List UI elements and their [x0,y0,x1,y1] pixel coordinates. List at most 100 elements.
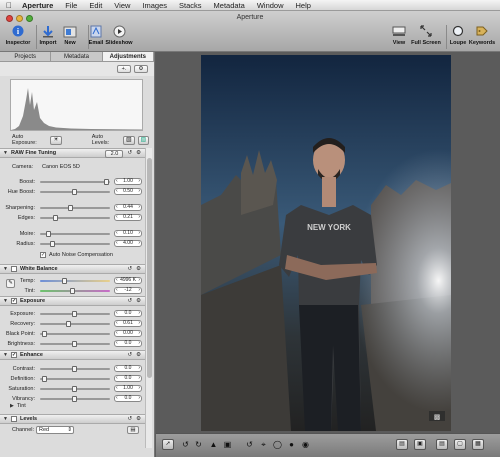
menu-images[interactable]: Images [142,1,167,10]
recovery-field[interactable]: ‹ 0.61 › [114,320,142,327]
slider-knob[interactable] [72,366,77,372]
mask-tool-icon[interactable]: ◉ [300,439,311,450]
raw-fine-tuning-header[interactable]: ▼ RAW Fine Tuning 2.0 ↺ ⚙ [0,148,145,158]
enhance-checkbox[interactable]: ✓ [10,352,17,358]
slider-knob[interactable] [66,321,71,327]
recovery-slider[interactable] [40,321,110,327]
selection-tool-button[interactable]: ➚ [162,439,174,450]
slider-knob[interactable] [70,288,75,294]
gear-icon[interactable]: ⚙ [136,298,141,304]
raw-version-select[interactable]: 2.0 [105,150,124,158]
menu-stacks[interactable]: Stacks [179,1,202,10]
image-viewer[interactable]: NEW YORK ▩ [156,52,500,433]
reset-icon[interactable]: ↺ [127,298,132,304]
white-balance-checkbox[interactable] [10,266,17,272]
reset-icon[interactable]: ↺ [127,266,132,272]
auto-levels-combined-button[interactable]: ▧ [123,135,135,145]
slider-knob[interactable] [46,231,51,237]
exposure-checkbox[interactable]: ✓ [10,298,17,304]
sharpening-slider[interactable] [40,205,110,211]
tint-slider[interactable] [40,288,110,294]
menu-edit[interactable]: Edit [89,1,102,10]
moire-field[interactable]: ‹ 0.10 › [114,230,142,237]
auto-levels-separate-button[interactable]: ▧ [137,135,149,145]
menu-view[interactable]: View [114,1,130,10]
full-screen-button[interactable]: Full Screen [408,24,444,46]
spot-patch-tool-icon[interactable]: ◯ [272,439,283,450]
levels-header[interactable]: ▼ Levels ↺ ⚙ [0,414,145,424]
rotate-right-icon[interactable]: ↻ [193,439,204,450]
white-balance-header[interactable]: ▼ White Balance ↺ ⚙ [0,264,145,274]
disclosure-triangle-icon[interactable]: ▼ [3,298,8,304]
gear-icon[interactable]: ⚙ [136,150,141,158]
disclosure-triangle-icon[interactable]: ▼ [3,416,8,422]
slider-knob[interactable] [72,341,77,347]
slider-knob[interactable] [72,386,77,392]
radius-slider[interactable] [40,241,110,247]
vibrancy-field[interactable]: ‹ 0.0 › [114,395,142,402]
slider-knob[interactable] [104,179,109,185]
single-view-button[interactable]: ▢ [454,439,466,450]
contrast-slider[interactable] [40,366,110,372]
viewer-mode-button[interactable]: ▤ [396,439,408,450]
grid-view-button[interactable]: ▦ [472,439,484,450]
moire-slider[interactable] [40,231,110,237]
stamp-tool-icon[interactable]: ▣ [222,439,233,450]
definition-field[interactable]: ‹ 0.0 › [114,375,142,382]
auto-exposure-button[interactable]: ☀ [50,135,62,145]
reset-icon[interactable]: ↺ [127,416,132,422]
slider-knob[interactable] [53,215,58,221]
crop-tool-icon[interactable]: ⌖ [258,439,269,450]
disclosure-triangle-icon[interactable]: ▼ [3,150,8,156]
radius-field[interactable]: ‹ 4.00 › [114,240,142,247]
saturation-slider[interactable] [40,386,110,392]
edges-field[interactable]: ‹ 0.21 › [114,214,142,221]
filmstrip-button[interactable]: ▣ [414,439,426,450]
vibrancy-slider[interactable] [40,396,110,402]
slider-knob[interactable] [42,331,47,337]
brightness-slider[interactable] [40,341,110,347]
exposure-field[interactable]: ‹ 0.0 › [114,310,142,317]
exposure-header[interactable]: ▼ ✓ Exposure ↺ ⚙ [0,296,145,306]
split-view-button[interactable]: ▤ [436,439,448,450]
edges-slider[interactable] [40,215,110,221]
straighten-tool-icon[interactable]: ↺ [244,439,255,450]
lift-tool-icon[interactable]: ▲ [208,439,219,450]
gear-icon[interactable]: ⚙ [136,416,141,422]
menu-file[interactable]: File [65,1,77,10]
reset-icon[interactable]: ↺ [127,150,132,158]
menu-metadata[interactable]: Metadata [214,1,245,10]
temp-field[interactable]: ‹ 4996 K › [114,277,142,284]
sharpening-field[interactable]: ‹ 0.44 › [114,204,142,211]
disclosure-triangle-icon[interactable]: ▼ [3,352,8,358]
add-adjustment-button[interactable]: +. [117,65,131,73]
enhance-header[interactable]: ▼ ✓ Enhance ↺ ⚙ [0,350,145,360]
definition-slider[interactable] [40,376,110,382]
gear-icon[interactable]: ⚙ [136,266,141,272]
gear-icon[interactable]: ⚙ [136,352,141,358]
hue-boost-field[interactable]: ‹ 0.50 › [114,188,142,195]
gear-icon[interactable]: ⚙ [134,65,148,73]
slider-knob[interactable] [68,205,73,211]
saturation-field[interactable]: ‹ 1.00 › [114,385,142,392]
slider-knob[interactable] [72,189,77,195]
red-eye-tool-icon[interactable]: ● [286,439,297,450]
boost-field[interactable]: ‹ 1.00 › [114,178,142,185]
menu-app[interactable]: Aperture [22,1,53,10]
scrollbar-thumb[interactable] [147,158,152,378]
menu-window[interactable]: Window [257,1,284,10]
hue-boost-slider[interactable] [40,189,110,195]
black-point-slider[interactable] [40,331,110,337]
brightness-field[interactable]: ‹ 0.0 › [114,340,142,347]
panel-scrollbar[interactable] [145,148,152,448]
black-point-field[interactable]: ‹ 0.00 › [114,330,142,337]
auto-noise-checkbox[interactable]: ✓ [40,252,46,258]
slider-knob[interactable] [42,376,47,382]
tint-disclosure[interactable]: ▶ Tint [10,403,26,409]
apple-menu-icon[interactable]:  [6,1,12,10]
rotate-left-icon[interactable]: ↺ [180,439,191,450]
channel-select[interactable]: Red ⇕ [36,426,74,434]
tab-adjustments[interactable]: Adjustments [102,52,154,61]
photo-preview[interactable]: NEW YORK ▩ [201,55,451,431]
temp-slider[interactable] [40,278,110,284]
